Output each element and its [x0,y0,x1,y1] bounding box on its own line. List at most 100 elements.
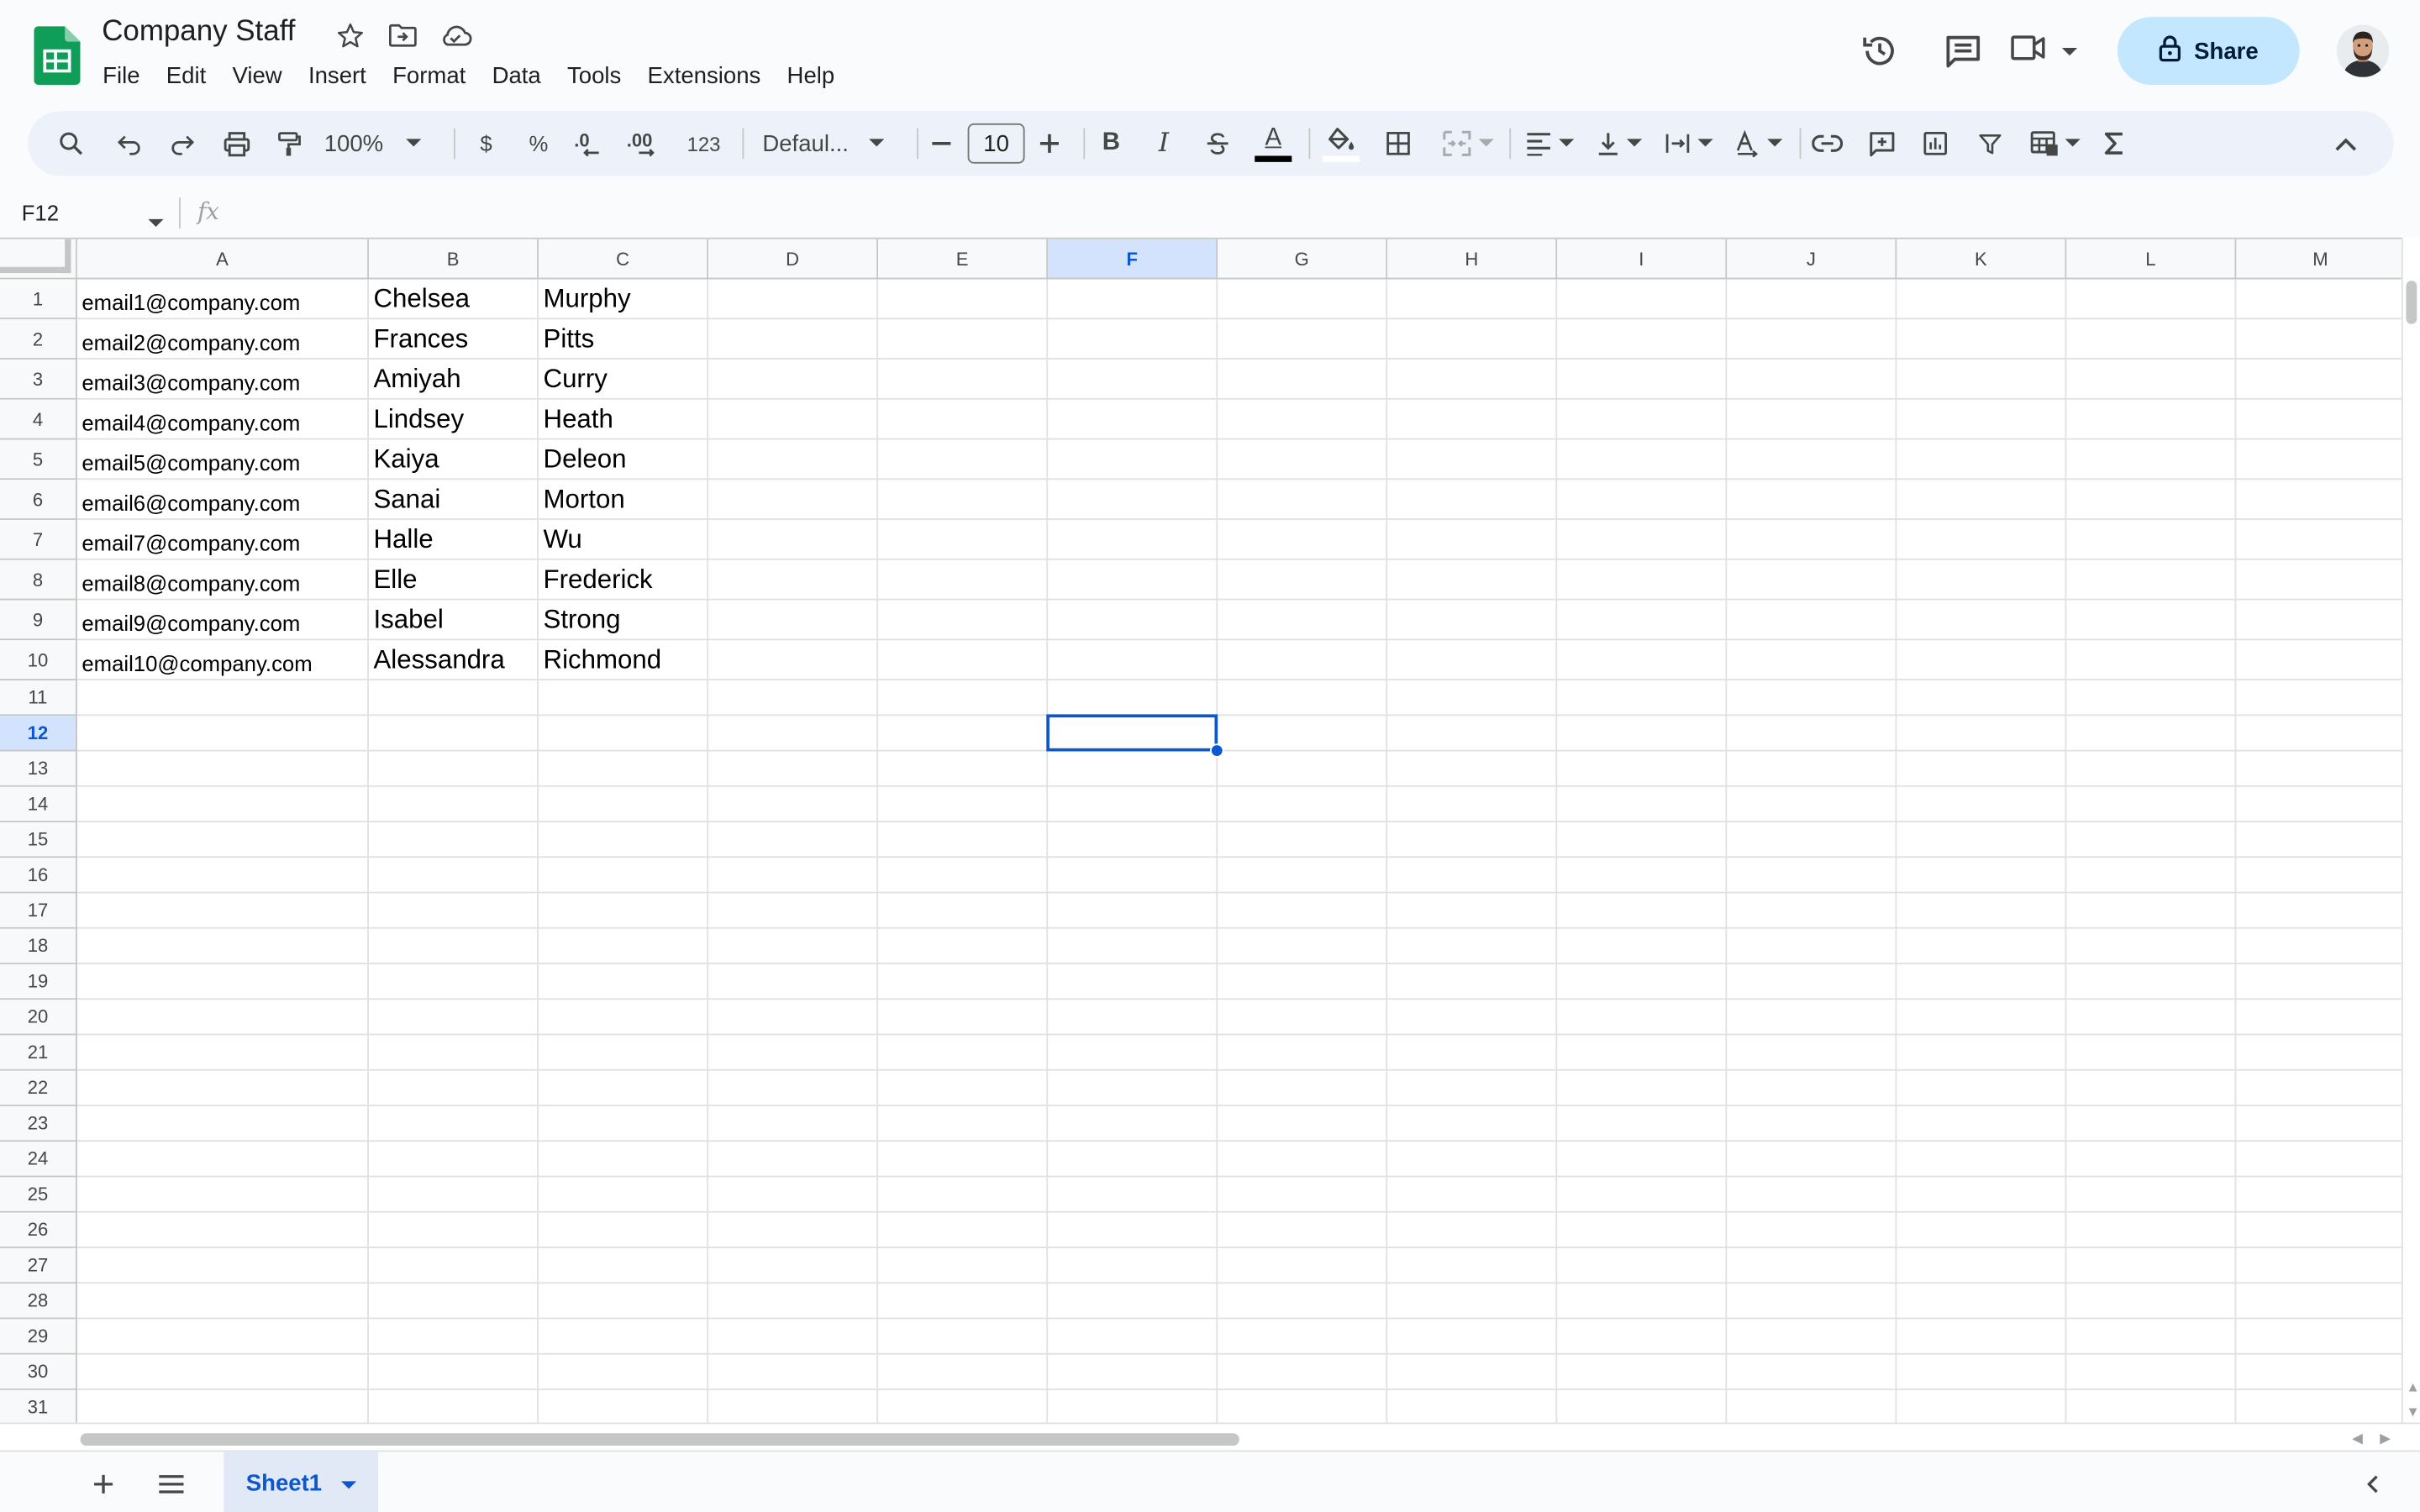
column-header-i[interactable]: I [1557,239,1728,280]
spreadsheet-grid[interactable]: A B C D E F G H I J K L M 1 2 3 4 5 6 7 8 9 10 11 12 13 14 15 16 17 18… [0,237,2402,1423]
menu-edit[interactable]: Edit [153,59,219,94]
cell-a8[interactable]: email8@company.com [77,560,369,601]
column-header-a[interactable]: A [76,239,369,280]
cell-a5[interactable]: email5@company.com [77,439,369,480]
column-header-g[interactable]: G [1218,239,1388,280]
column-header-l[interactable]: L [2066,239,2237,280]
cell-c2[interactable]: Pitts [539,319,708,360]
undo-icon[interactable] [111,111,148,176]
increase-decimal-button[interactable]: .00 [623,111,666,176]
row-header-12[interactable]: 12 [0,716,77,752]
row-header-17[interactable]: 17 [0,893,77,929]
column-header-b[interactable]: B [368,239,539,280]
currency-format-button[interactable]: $ [469,111,502,176]
decrease-decimal-button[interactable]: .0 [571,111,612,176]
cell-c10[interactable]: Richmond [539,640,708,680]
strikethrough-icon[interactable] [1201,111,1234,176]
star-icon[interactable] [334,18,367,52]
column-header-m[interactable]: M [2236,239,2402,280]
percent-format-button[interactable]: % [522,111,555,176]
sheets-logo-icon[interactable] [34,26,81,86]
cell-a9[interactable]: email9@company.com [77,600,369,640]
insert-comment-icon[interactable] [1863,111,1900,176]
insert-chart-icon[interactable] [1917,111,1954,176]
cell-b6[interactable]: Sanai [369,480,539,520]
row-header-30[interactable]: 30 [0,1354,77,1390]
cell-c4[interactable]: Heath [539,400,708,440]
row-header-23[interactable]: 23 [0,1105,77,1142]
italic-button[interactable]: I [1149,111,1180,176]
add-sheet-plus-icon[interactable] [87,1467,120,1501]
column-header-c[interactable]: C [539,239,709,280]
cell-c8[interactable]: Frederick [539,560,708,601]
paint-format-icon[interactable] [270,111,307,176]
cell-b3[interactable]: Amiyah [369,360,539,400]
row-header-26[interactable]: 26 [0,1212,77,1248]
cell-a2[interactable]: email2@company.com [77,319,369,360]
row-header-31[interactable]: 31 [0,1389,77,1423]
cell-b1[interactable]: Chelsea [369,279,539,319]
cell-b9[interactable]: Isabel [369,600,539,640]
filter-icon[interactable] [1970,111,2007,176]
row-header-8[interactable]: 8 [0,559,77,601]
text-rotation-button[interactable] [1727,111,1788,176]
row-header-5[interactable]: 5 [0,439,77,480]
vertical-align-button[interactable] [1588,111,1649,176]
fill-handle[interactable] [1209,743,1224,758]
row-header-19[interactable]: 19 [0,963,77,1000]
row-header-16[interactable]: 16 [0,858,77,894]
menu-view[interactable]: View [219,59,295,94]
row-header-28[interactable]: 28 [0,1284,77,1320]
collapse-side-panel-chevron-left-icon[interactable] [2355,1467,2389,1501]
row-header-18[interactable]: 18 [0,928,77,964]
scroll-right-arrow-icon[interactable]: ▶ [2380,1431,2391,1447]
horizontal-align-button[interactable] [1518,111,1580,176]
decrease-font-size-button[interactable] [926,111,957,176]
menu-data[interactable]: Data [479,59,554,94]
fill-color-button[interactable] [1321,111,1361,176]
freeze-handle[interactable] [0,239,71,274]
meet-button[interactable] [2003,30,2084,72]
column-header-f[interactable]: F [1048,239,1218,280]
selected-cell-outline[interactable] [1046,714,1218,752]
bold-button[interactable]: B [1096,111,1127,176]
row-header-29[interactable]: 29 [0,1319,77,1355]
increase-font-size-button[interactable] [1034,111,1065,176]
cell-a1[interactable]: email1@company.com [77,279,369,319]
cell-c9[interactable]: Strong [539,600,708,640]
cell-b7[interactable]: Halle [369,520,539,560]
menu-extensions[interactable]: Extensions [634,59,774,94]
scroll-left-arrow-icon[interactable]: ◀ [2352,1431,2363,1447]
formula-input[interactable] [247,197,2392,228]
row-header-27[interactable]: 27 [0,1247,77,1284]
menu-file[interactable]: File [90,59,154,94]
row-header-25[interactable]: 25 [0,1177,77,1213]
move-to-folder-icon[interactable] [386,18,419,52]
cell-b2[interactable]: Frances [369,319,539,360]
menu-help[interactable]: Help [774,59,848,94]
collapse-toolbar-chevron-up-icon[interactable] [2328,111,2365,176]
scroll-down-arrow-icon[interactable]: ▼ [2406,1404,2419,1419]
column-header-e[interactable]: E [878,239,1049,280]
menu-insert[interactable]: Insert [295,59,379,94]
cell-c1[interactable]: Murphy [539,279,708,319]
row-header-11[interactable]: 11 [0,680,77,717]
redo-icon[interactable] [164,111,201,176]
share-button[interactable]: Share [2117,17,2300,86]
row-header-2[interactable]: 2 [0,319,77,360]
cell-a10[interactable]: email10@company.com [77,640,369,680]
vertical-scrollbar[interactable]: ▲ ▼ [2401,237,2420,1423]
column-header-h[interactable]: H [1387,239,1558,280]
text-wrapping-button[interactable] [1658,111,1719,176]
cell-c7[interactable]: Wu [539,520,708,560]
horizontal-scroll-thumb[interactable] [80,1433,1239,1446]
borders-icon[interactable] [1380,111,1417,176]
cell-c3[interactable]: Curry [539,360,708,400]
row-header-13[interactable]: 13 [0,751,77,787]
horizontal-scrollbar[interactable]: ◀ ▶ [0,1422,2420,1451]
merge-cells-button[interactable] [1434,111,1502,176]
zoom-select[interactable]: 100% [324,111,435,176]
row-header-24[interactable]: 24 [0,1142,77,1178]
cell-b8[interactable]: Elle [369,560,539,601]
all-sheets-menu-icon[interactable] [155,1467,188,1501]
